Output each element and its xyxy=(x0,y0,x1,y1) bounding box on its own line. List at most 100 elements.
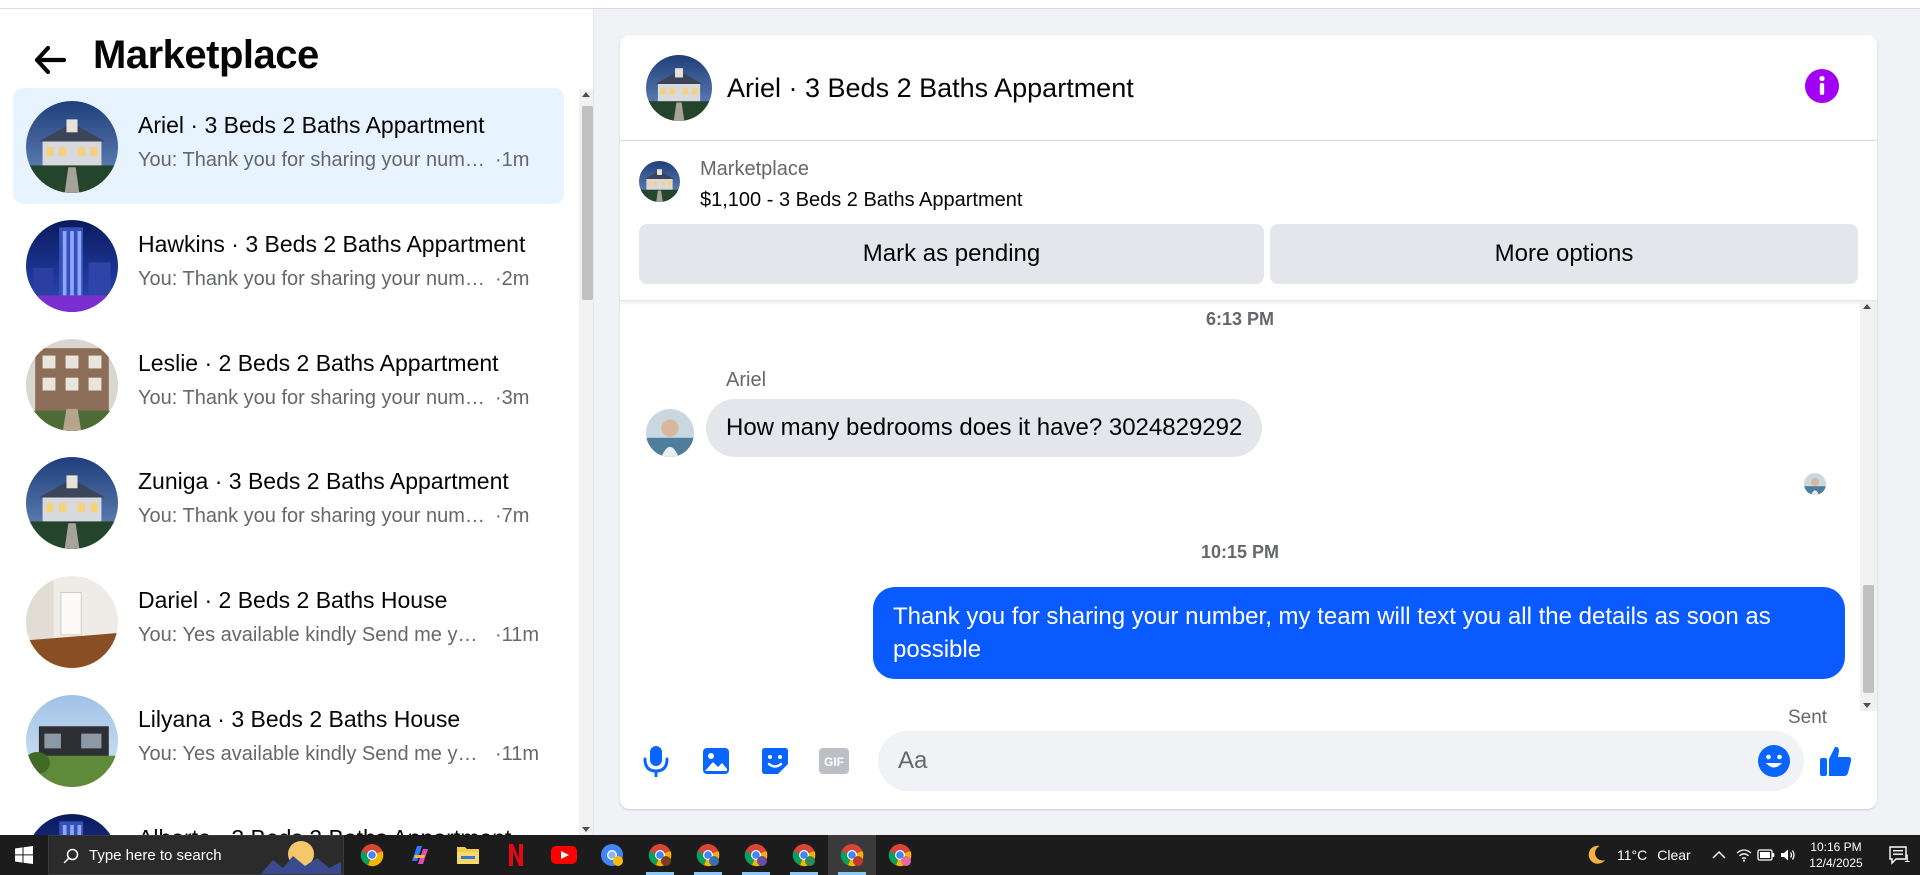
copilot-icon xyxy=(412,846,428,864)
conversation-item[interactable]: Dariel · 2 Beds 2 Baths House You: Yes a… xyxy=(13,563,564,679)
message-input[interactable] xyxy=(878,731,1804,791)
conversation-preview: You: Thank you for sharing your number, … xyxy=(138,268,488,290)
sidebar-scrollbar[interactable] xyxy=(579,89,593,835)
emoji-icon xyxy=(1758,745,1790,777)
conversation-item[interactable]: Lilyana · 3 Beds 2 Baths House You: Yes … xyxy=(13,682,564,798)
voice-clip-button[interactable] xyxy=(636,741,676,781)
show-hidden-icons-button[interactable] xyxy=(1708,835,1730,875)
message-composer: GIF xyxy=(620,725,1877,809)
scrollbar-thumb[interactable] xyxy=(1863,585,1874,693)
conversation-item[interactable]: Ariel · 3 Beds 2 Baths Appartment You: T… xyxy=(13,88,564,204)
sticker-button[interactable] xyxy=(755,741,795,781)
scroll-up-arrow-icon[interactable] xyxy=(1863,304,1871,309)
sender-name: Ariel xyxy=(726,369,767,391)
taskbar-app-youtube[interactable] xyxy=(540,835,588,875)
chat-avatar[interactable] xyxy=(646,55,712,121)
taskbar-app-netflix[interactable] xyxy=(492,835,540,875)
incoming-message-bubble[interactable]: How many bedrooms does it have? 30248292… xyxy=(706,399,1263,457)
battery-icon xyxy=(1757,849,1775,861)
taskbar-app-chrome-profile[interactable] xyxy=(828,835,876,875)
conversation-name: Alberto · 3 Beds 2 Baths Appartment xyxy=(138,825,548,835)
thread-scrollbar[interactable] xyxy=(1860,301,1877,711)
youtube-icon xyxy=(551,846,577,864)
battery-button[interactable] xyxy=(1756,835,1776,875)
chrome-profile-icon xyxy=(792,844,816,867)
search-highlight-moon-icon xyxy=(261,841,341,874)
taskbar-app-chrome-profile[interactable] xyxy=(876,835,924,875)
conversation-time: ·3m xyxy=(495,387,530,409)
taskbar-app-copilot[interactable] xyxy=(396,835,444,875)
conversation-time: ·11m xyxy=(495,743,540,765)
listing-thumbnail[interactable] xyxy=(639,161,680,202)
like-button[interactable] xyxy=(1816,741,1856,781)
outgoing-message-bubble[interactable]: Thank you for sharing your number, my te… xyxy=(873,587,1845,679)
taskbar-app-chrome-profile[interactable] xyxy=(684,835,732,875)
conversation-preview: You: Thank you for sharing your number, … xyxy=(138,387,488,409)
weather-description: Clear xyxy=(1657,847,1691,863)
clock-date: 12/4/2025 xyxy=(1809,856,1863,870)
taskbar-clock[interactable]: 10:16 PM 12/4/2025 xyxy=(1800,839,1872,871)
taskbar-app-chrome[interactable] xyxy=(348,835,396,875)
conversation-item[interactable]: Leslie · 2 Beds 2 Baths Appartment You: … xyxy=(13,326,564,442)
listing-thumbnail xyxy=(26,576,118,668)
sidebar-header: Marketplace xyxy=(0,9,593,89)
sender-avatar[interactable] xyxy=(646,409,694,457)
conversation-item[interactable]: Zuniga · 3 Beds 2 Baths Appartment You: … xyxy=(13,444,564,560)
taskbar-search-box[interactable]: Type here to search xyxy=(48,835,344,875)
clock-time: 10:16 PM xyxy=(1810,840,1862,854)
conversation-time: ·2m xyxy=(495,268,530,290)
scrollbar-thumb[interactable] xyxy=(582,106,593,300)
file-explorer-icon xyxy=(457,847,479,864)
chat-header: Ariel · 3 Beds 2 Baths Appartment xyxy=(620,35,1877,141)
conversation-info-button[interactable] xyxy=(1805,69,1839,103)
scroll-down-arrow-icon[interactable] xyxy=(582,827,590,832)
listing-banner: Marketplace $1,100 - 3 Beds 2 Baths Appa… xyxy=(620,141,1877,301)
conversation-preview: You: Yes available kindly Send me your n… xyxy=(138,624,488,646)
back-button[interactable] xyxy=(30,40,70,80)
taskbar-app-chrome-profile[interactable] xyxy=(636,835,684,875)
arrow-left-icon xyxy=(34,46,66,74)
conversation-name: Hawkins · 3 Beds 2 Baths Appartment xyxy=(138,231,526,257)
network-button[interactable] xyxy=(1734,835,1754,875)
conversation-preview: You: Thank you for sharing your number, … xyxy=(138,505,488,527)
listing-thumbnail xyxy=(26,457,118,549)
page-title: Marketplace xyxy=(93,33,319,77)
taskbar-weather[interactable]: 11°C Clear xyxy=(1585,835,1691,875)
emoji-button[interactable] xyxy=(1754,741,1794,781)
read-receipt-avatar xyxy=(1804,473,1826,495)
microphone-icon xyxy=(643,746,669,777)
listing-thumbnail xyxy=(26,339,118,431)
sticker-icon xyxy=(762,748,788,774)
volume-button[interactable] xyxy=(1778,835,1798,875)
svg-text:GIF: GIF xyxy=(824,755,844,769)
taskbar-app-file-explorer[interactable] xyxy=(444,835,492,875)
photo-icon xyxy=(703,748,729,774)
scroll-down-arrow-icon[interactable] xyxy=(1863,703,1871,708)
conversation-time: ·7m xyxy=(495,505,530,527)
chrome-profile-icon xyxy=(648,844,672,867)
attach-photo-button[interactable] xyxy=(696,741,736,781)
conversation-name: Zuniga · 3 Beds 2 Baths Appartment xyxy=(138,468,509,494)
chrome-profile-icon xyxy=(601,844,623,866)
conversation-time: ·11m xyxy=(495,624,540,646)
notification-center-button[interactable]: 1 xyxy=(1878,835,1920,875)
message-thread: 6:13 PM Ariel How many bedrooms does it … xyxy=(620,301,1860,728)
taskbar-app-chrome-profile[interactable] xyxy=(780,835,828,875)
listing-thumbnail xyxy=(26,101,118,193)
mark-as-pending-button[interactable]: Mark as pending xyxy=(639,224,1264,284)
more-options-button[interactable]: More options xyxy=(1270,224,1858,284)
conversation-item[interactable]: Hawkins · 3 Beds 2 Baths Appartment You:… xyxy=(13,207,564,323)
conversation-name: Ariel · 3 Beds 2 Baths Appartment xyxy=(138,112,485,138)
scroll-up-arrow-icon[interactable] xyxy=(582,92,590,97)
gif-button[interactable]: GIF xyxy=(814,741,854,781)
conversation-name: Leslie · 2 Beds 2 Baths Appartment xyxy=(138,350,499,376)
chat-title[interactable]: Ariel · 3 Beds 2 Baths Appartment xyxy=(727,73,1134,104)
notification-count: 1 xyxy=(1904,853,1911,865)
taskbar-app-chrome-profile[interactable] xyxy=(732,835,780,875)
weather-temperature: 11°C xyxy=(1617,847,1648,863)
conversation-item[interactable]: Alberto · 3 Beds 2 Baths Appartment xyxy=(13,801,564,835)
start-button[interactable] xyxy=(0,835,48,875)
listing-price-title[interactable]: $1,100 - 3 Beds 2 Baths Appartment xyxy=(700,189,1022,212)
thumbs-up-icon xyxy=(1820,746,1852,776)
taskbar-app-chrome-profile[interactable] xyxy=(588,835,636,875)
